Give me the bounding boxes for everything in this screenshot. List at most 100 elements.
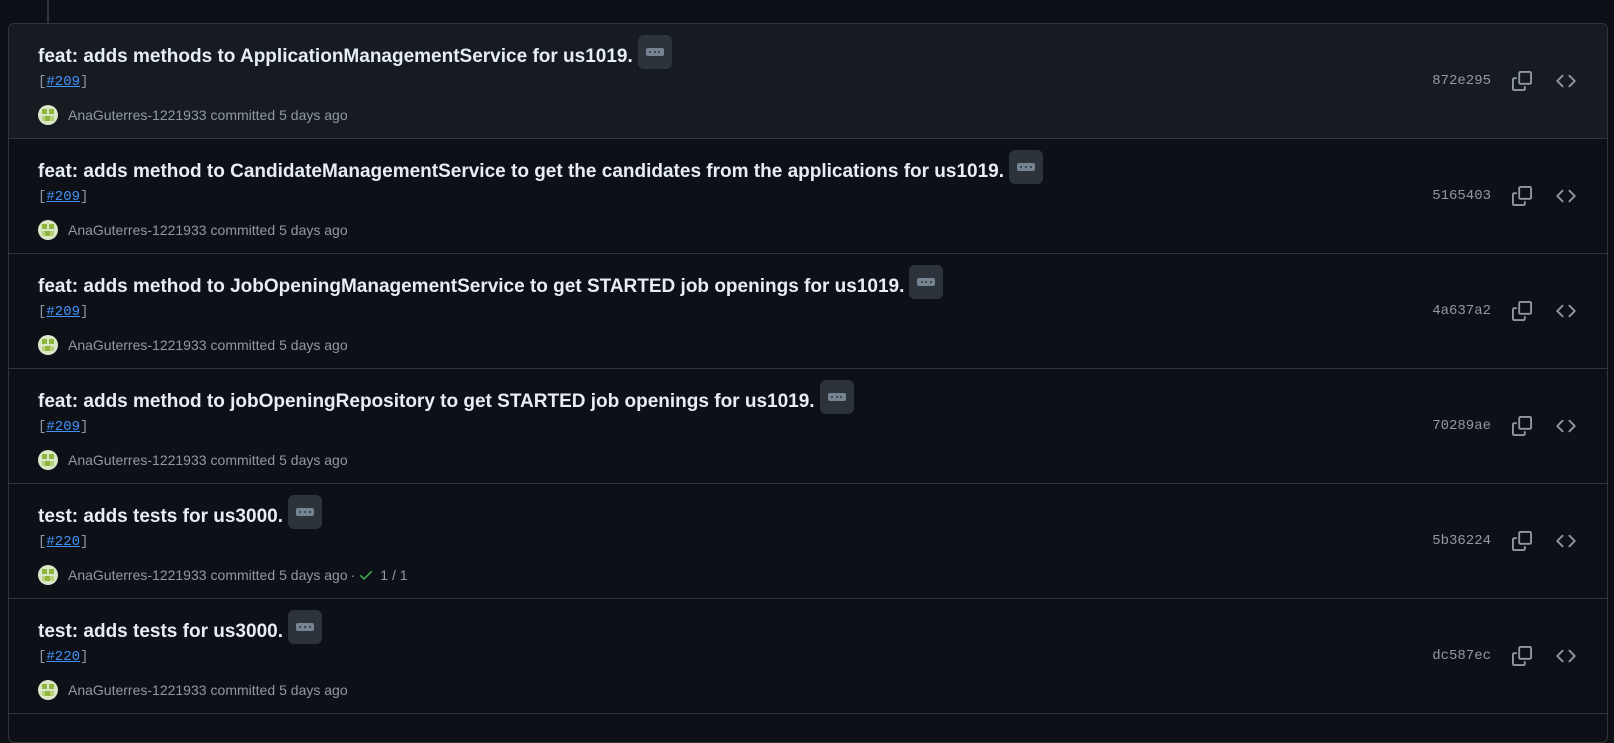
meta-separator: · [350,567,356,583]
avatar[interactable] [38,335,58,355]
committed-label: committed [210,337,276,353]
commit-time: 5 days ago [279,222,348,238]
commit-time: 5 days ago [279,567,348,583]
commit-title: feat: adds method to JobOpeningManagemen… [38,265,944,304]
code-icon [1556,189,1576,203]
commit-sha-link[interactable]: 872e295 [1432,73,1491,89]
avatar[interactable] [38,105,58,125]
browse-code-button[interactable] [1553,413,1579,439]
commit-title-link[interactable]: feat: adds method to jobOpeningRepositor… [38,391,815,413]
author-name[interactable]: AnaGuterres-1221933 [68,222,207,238]
author-name[interactable]: AnaGuterres-1221933 [68,452,207,468]
copy-sha-button[interactable] [1509,413,1535,439]
avatar[interactable] [38,220,58,240]
issue-link[interactable]: #220 [46,649,80,665]
expand-message-button[interactable] [637,35,672,69]
browse-code-button[interactable] [1553,643,1579,669]
commit-actions: 872e295 [1432,68,1579,94]
ellipsis-icon [295,508,314,516]
commit-description: [#209] [38,74,89,90]
commit-row: feat: adds method to CandidateManagement… [9,139,1607,254]
ellipsis-icon [645,48,664,56]
committed-label: committed [210,682,276,698]
commit-actions: 4a637a2 [1432,298,1579,324]
code-icon [1556,534,1576,548]
commit-sha-link[interactable]: 4a637a2 [1432,303,1491,319]
commit-actions: dc587ec [1432,643,1579,669]
commit-meta: AnaGuterres-1221933 committed 5 days ago [38,335,348,355]
author-name[interactable]: AnaGuterres-1221933 [68,682,207,698]
commit-list: feat: adds methods to ApplicationManagem… [8,23,1608,743]
issue-link[interactable]: #209 [46,304,80,320]
author-name[interactable]: AnaGuterres-1221933 [68,567,207,583]
ellipsis-icon [1017,163,1036,171]
issue-link[interactable]: #209 [46,419,80,435]
author-name[interactable]: AnaGuterres-1221933 [68,337,207,353]
commit-title: feat: adds method to jobOpeningRepositor… [38,380,854,419]
commit-meta: AnaGuterres-1221933 committed 5 days ago… [38,565,408,585]
ellipsis-icon [827,393,846,401]
browse-code-button[interactable] [1553,68,1579,94]
commit-meta: AnaGuterres-1221933 committed 5 days ago [38,220,348,240]
commit-description: [#209] [38,189,89,205]
copy-sha-button[interactable] [1509,643,1535,669]
browse-code-button[interactable] [1553,183,1579,209]
issue-link[interactable]: #209 [46,189,80,205]
committed-label: committed [210,222,276,238]
commit-time: 5 days ago [279,452,348,468]
commit-sha-link[interactable]: 5b36224 [1432,533,1491,549]
committed-label: committed [210,452,276,468]
commit-title-link[interactable]: feat: adds method to JobOpeningManagemen… [38,276,904,298]
expand-message-button[interactable] [1009,150,1044,184]
commit-title-link[interactable]: feat: adds method to CandidateManagement… [38,161,1004,183]
committed-label: committed [210,567,276,583]
expand-message-button[interactable] [909,265,944,299]
browse-code-button[interactable] [1553,528,1579,554]
commit-time: 5 days ago [279,682,348,698]
copy-icon [1512,531,1532,551]
commit-meta: AnaGuterres-1221933 committed 5 days ago [38,680,348,700]
commit-sha-link[interactable]: dc587ec [1432,648,1491,664]
commit-actions: 5165403 [1432,183,1579,209]
avatar[interactable] [38,450,58,470]
commit-actions: 70289ae [1432,413,1579,439]
commit-title-link[interactable]: feat: adds methods to ApplicationManagem… [38,46,633,68]
commit-sha-link[interactable]: 5165403 [1432,188,1491,204]
copy-sha-button[interactable] [1509,183,1535,209]
checks-count[interactable]: 1 / 1 [380,567,407,583]
commit-title-link[interactable]: test: adds tests for us3000. [38,621,283,643]
copy-sha-button[interactable] [1509,528,1535,554]
copy-icon [1512,301,1532,321]
ellipsis-icon [917,278,936,286]
copy-sha-button[interactable] [1509,298,1535,324]
commit-description: [#209] [38,419,89,435]
commit-meta: AnaGuterres-1221933 committed 5 days ago [38,450,348,470]
code-icon [1556,304,1576,318]
copy-sha-button[interactable] [1509,68,1535,94]
commit-description: [#220] [38,649,89,665]
expand-message-button[interactable] [287,610,322,644]
commit-row: test: adds tests for us3000. [#220] AnaG… [9,599,1607,714]
issue-link[interactable]: #209 [46,74,80,90]
expand-message-button[interactable] [287,495,322,529]
commit-row: feat: adds method to jobOpeningRepositor… [9,369,1607,484]
commit-sha-link[interactable]: 70289ae [1432,418,1491,434]
avatar[interactable] [38,565,58,585]
copy-icon [1512,416,1532,436]
commit-row: feat: adds method to JobOpeningManagemen… [9,254,1607,369]
copy-icon [1512,186,1532,206]
copy-icon [1512,71,1532,91]
browse-code-button[interactable] [1553,298,1579,324]
commit-description: [#209] [38,304,89,320]
commit-row: test: adds tests for us3000. [#220] AnaG… [9,484,1607,599]
check-icon[interactable] [358,567,374,583]
avatar[interactable] [38,680,58,700]
commit-row: feat: adds methods to ApplicationManagem… [9,24,1607,139]
commit-title-link[interactable]: test: adds tests for us3000. [38,506,283,528]
author-name[interactable]: AnaGuterres-1221933 [68,107,207,123]
code-icon [1556,649,1576,663]
issue-link[interactable]: #220 [46,534,80,550]
code-icon [1556,419,1576,433]
expand-message-button[interactable] [819,380,854,414]
commit-title: test: adds tests for us3000. [38,495,322,534]
